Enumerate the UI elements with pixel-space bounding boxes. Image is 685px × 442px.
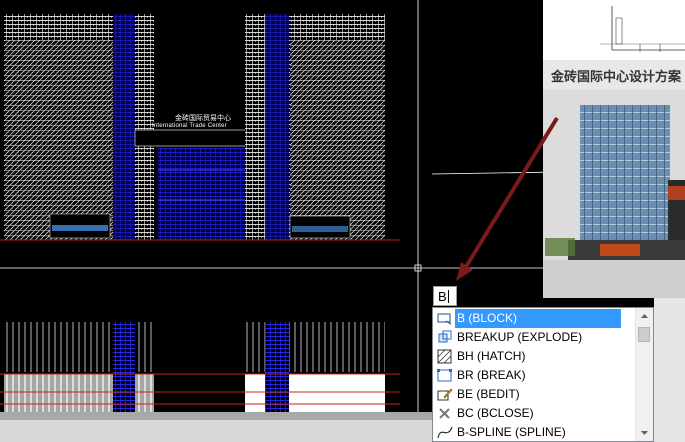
explode-icon [437,330,453,345]
autocomplete-item-hatch[interactable]: BH (HATCH) [435,347,637,366]
spline-icon [437,425,453,440]
hatch-icon [437,349,453,364]
autocomplete-label: BR (BREAK) [457,368,526,382]
photo-title: 金砖国际中心设计方案 [551,70,682,85]
lower-elevation [0,322,400,412]
scrollbar-thumb[interactable] [638,327,650,342]
autocomplete-label: BC (BCLOSE) [457,406,534,420]
scroll-down-button[interactable] [637,424,652,441]
right-tower-elevation [245,14,385,240]
autocomplete-label: BH (HATCH) [457,349,526,363]
block-icon [437,311,453,326]
autocomplete-item-break[interactable]: BR (BREAK) [435,366,637,385]
autocomplete-label: BREAKUP (EXPLODE) [457,330,583,344]
autocomplete-item-explode[interactable]: BREAKUP (EXPLODE) [435,328,637,347]
autocomplete-label: B-SPLINE (SPLINE) [457,425,566,439]
left-tower-elevation [4,14,154,240]
autocomplete-list[interactable]: B (BLOCK) BREAKUP (EXPLODE) BH (HATCH) B… [432,307,654,442]
scroll-up-button[interactable] [637,308,652,325]
building-sign-english: International Trade Center [152,123,227,129]
autocomplete-item-spline[interactable]: B-SPLINE (SPLINE) [435,423,637,441]
autocomplete-scrollbar[interactable] [635,308,653,441]
autocomplete-label: B (BLOCK) [455,309,621,328]
block-close-icon [437,406,453,421]
design-photo [543,60,685,298]
command-input-value: B [438,289,447,304]
command-input[interactable]: B [433,286,457,306]
text-caret [447,290,449,303]
building-sign-chinese: 金砖国际贸易中心 [175,115,231,122]
autocomplete-item-bclose[interactable]: BC (BCLOSE) [435,404,637,423]
autocomplete-item-bedit[interactable]: BE (BEDIT) [435,385,637,404]
break-icon [437,368,453,383]
block-edit-icon [437,387,453,402]
autocomplete-item-block[interactable]: B (BLOCK) [435,309,637,328]
reference-thumbnail [543,0,685,60]
autocomplete-label: BE (BEDIT) [457,387,520,401]
